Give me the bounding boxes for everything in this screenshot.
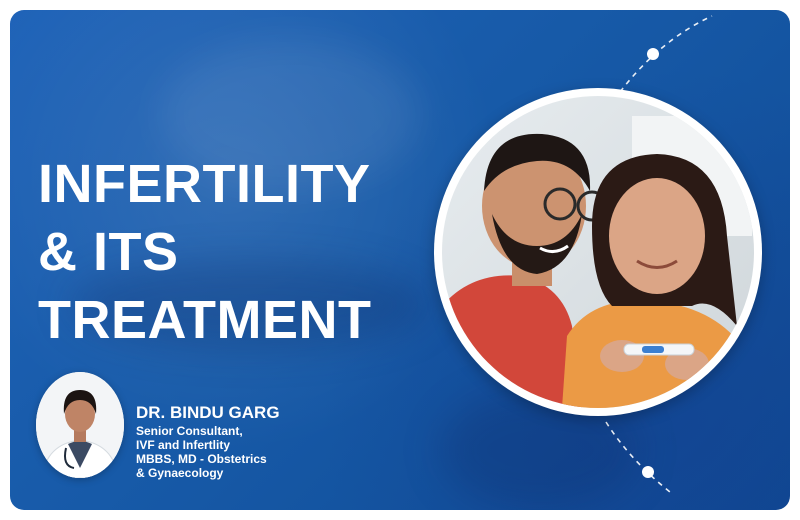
doctor-photo-frame xyxy=(36,372,124,478)
doctor-credential-line: IVF and Infertlity xyxy=(136,438,231,452)
couple-photo-frame xyxy=(434,88,762,416)
doctor-name: DR. BINDU GARG xyxy=(136,403,280,422)
title-line-1: INFERTILITY xyxy=(38,154,371,214)
doctor-credential-line: MBBS, MD - Obstetrics xyxy=(136,452,267,466)
doctor-credentials: Senior Consultant, IVF and Infertlity MB… xyxy=(136,424,267,480)
doctor-portrait-photo xyxy=(36,372,124,478)
doctor-credential-line: & Gynaecology xyxy=(136,466,224,480)
couple-with-pregnancy-test-photo xyxy=(442,96,754,408)
banner-card: INFERTILITY & ITS TREATMENT DR. BINDU GA… xyxy=(10,10,790,510)
title-line-2: & ITS xyxy=(38,222,179,282)
doctor-credential-line: Senior Consultant, xyxy=(136,424,243,438)
banner-title: INFERTILITY & ITS TREATMENT xyxy=(38,150,371,354)
title-line-3: TREATMENT xyxy=(38,290,372,350)
